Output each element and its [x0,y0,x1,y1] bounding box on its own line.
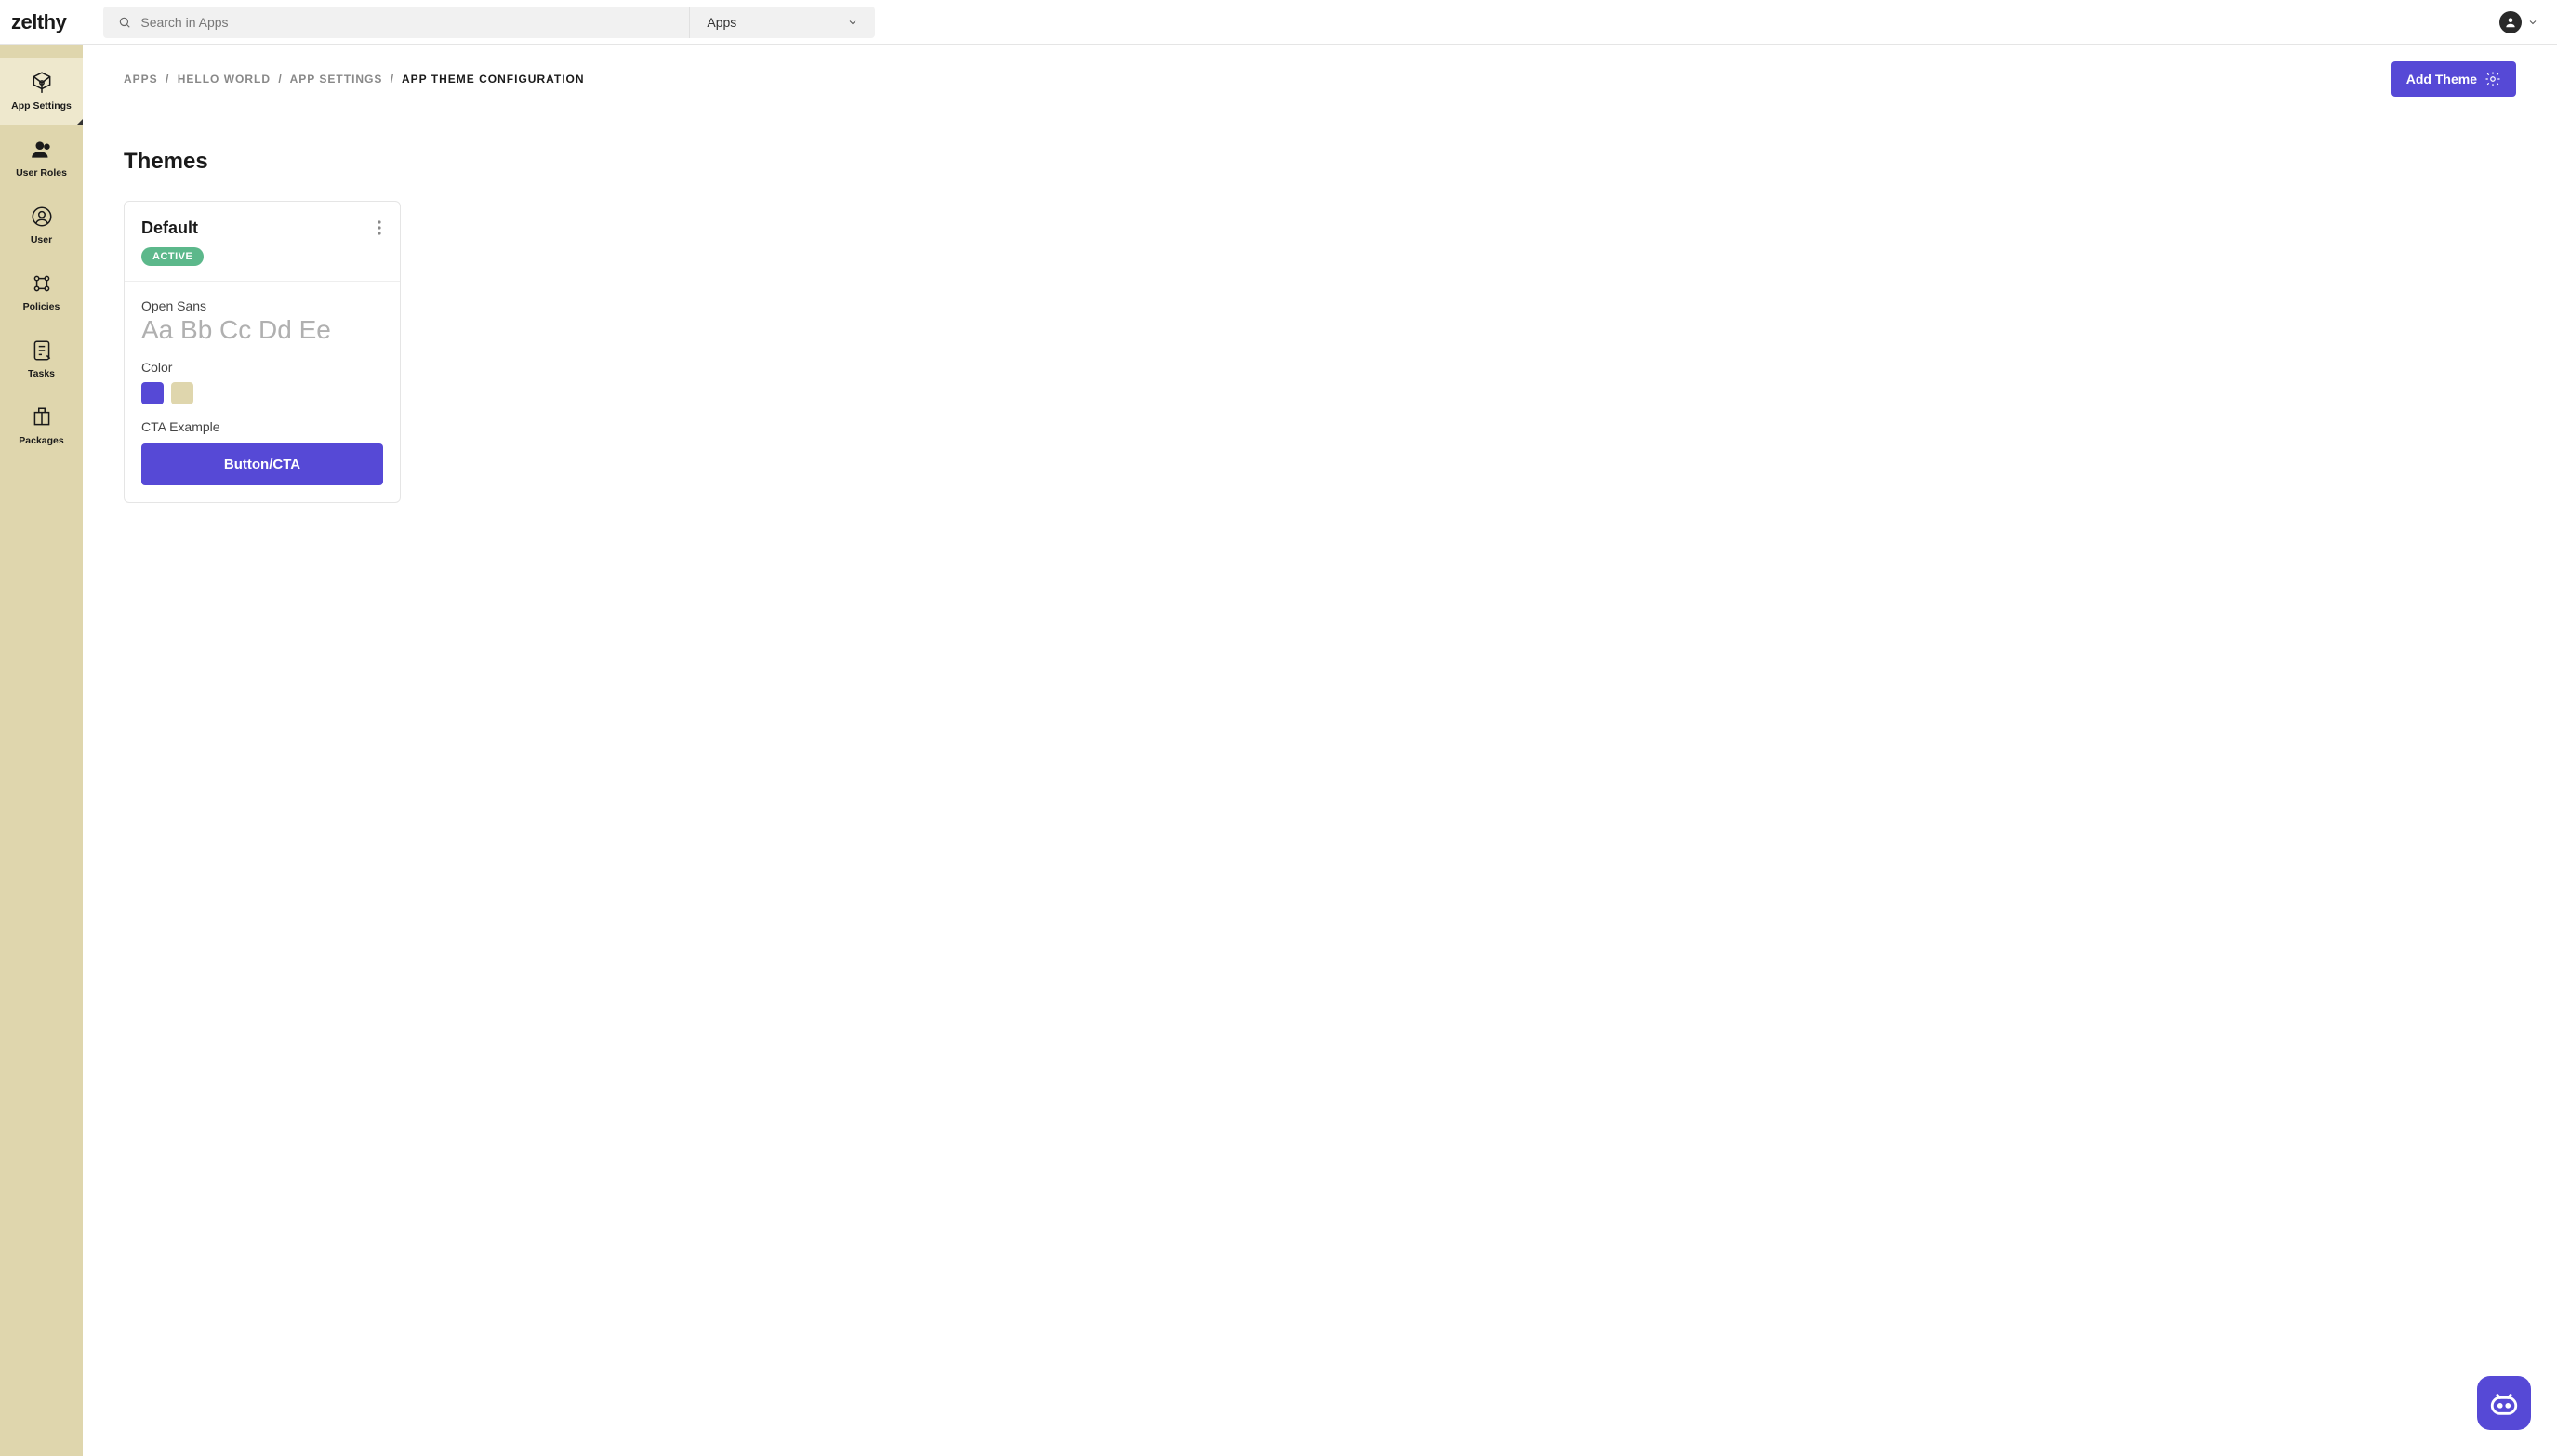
search-input[interactable] [140,15,674,30]
sidebar-item-policies[interactable]: Policies [0,258,83,325]
theme-card: Default ACTIVE Open Sans Aa Bb Cc Dd Ee … [124,201,401,503]
search-filter-label: Apps [707,15,736,30]
packages-icon [30,405,54,430]
sidebar-item-packages[interactable]: Packages [0,392,83,459]
sidebar-item-label: User Roles [16,167,67,179]
add-theme-button[interactable]: Add Theme [2391,61,2516,97]
breadcrumb-sep: / [278,73,282,86]
breadcrumb-sep: / [166,73,169,86]
add-theme-label: Add Theme [2406,72,2477,86]
breadcrumb: APPS / HELLO WORLD / APP SETTINGS / APP … [124,73,585,86]
chevron-down-icon [2527,17,2538,28]
glyph-sample: Aa Bb Cc Dd Ee [141,315,383,345]
cta-example-button[interactable]: Button/CTA [141,443,383,485]
sidebar-item-label: Tasks [28,368,55,379]
gear-icon [2484,71,2501,87]
user-gear-icon [30,205,54,229]
search-filter-dropdown[interactable]: Apps [689,7,875,38]
sidebar-item-label: Packages [19,435,63,446]
policies-icon [30,271,54,296]
status-badge: ACTIVE [141,247,204,266]
page-title: Themes [124,149,2516,175]
color-swatch-primary [141,382,164,404]
gear-cube-icon [30,71,54,95]
font-name: Open Sans [141,298,383,313]
tasks-icon [30,338,54,363]
users-icon [30,138,54,162]
cta-label: CTA Example [141,419,383,434]
color-swatch-secondary [171,382,193,404]
more-vertical-icon [378,220,381,235]
sidebar-item-label: App Settings [11,100,72,112]
sidebar: App Settings User Roles User Policies Ta… [0,45,83,1456]
breadcrumb-link[interactable]: HELLO WORLD [178,73,271,86]
sidebar-item-label: User [31,234,52,245]
brand-logo: zelthy [11,10,66,34]
sidebar-item-app-settings[interactable]: App Settings [0,58,83,125]
breadcrumb-sep: / [391,73,394,86]
search-icon [118,16,131,29]
breadcrumb-current: APP THEME CONFIGURATION [402,73,585,86]
breadcrumb-link[interactable]: APPS [124,73,158,86]
avatar-icon [2499,11,2522,33]
sidebar-item-label: Policies [23,301,60,312]
sidebar-item-user[interactable]: User [0,192,83,258]
chat-fab[interactable] [2477,1376,2531,1430]
chevron-down-icon [847,17,858,28]
sidebar-item-user-roles[interactable]: User Roles [0,125,83,192]
bot-icon [2488,1387,2520,1419]
card-menu-button[interactable] [376,218,383,242]
breadcrumb-link[interactable]: APP SETTINGS [290,73,383,86]
sidebar-item-tasks[interactable]: Tasks [0,325,83,392]
color-label: Color [141,360,383,375]
user-menu[interactable] [2499,11,2538,33]
search-container: Apps [103,7,875,38]
theme-name: Default [141,218,204,238]
